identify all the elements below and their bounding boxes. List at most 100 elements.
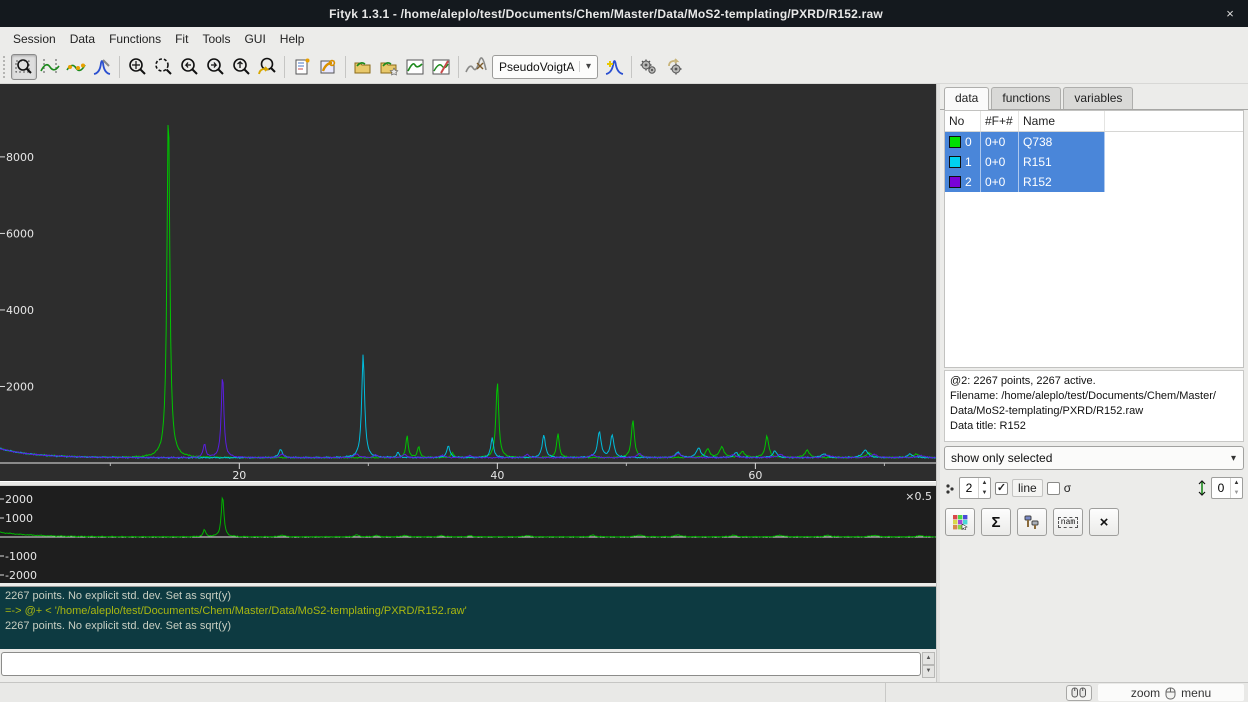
point-size-value: 2 bbox=[960, 478, 978, 498]
auto-add-peak-icon bbox=[604, 57, 624, 77]
data-range-mode-button[interactable] bbox=[37, 54, 63, 80]
zoom-right-icon bbox=[205, 57, 225, 77]
dataset-info-line: Data title: R152 bbox=[950, 419, 1238, 434]
zoom-all-icon bbox=[127, 57, 147, 77]
table-row[interactable]: 20+0R152 bbox=[945, 172, 1243, 192]
append-data-button[interactable] bbox=[376, 54, 402, 80]
svg-text:1000: 1000 bbox=[5, 512, 33, 525]
tab-variables[interactable]: variables bbox=[1063, 87, 1133, 109]
dataset-info-line: @2: 2267 points, 2267 active. bbox=[950, 374, 1238, 389]
dataset-info-line: Data/MoS2-templating/PXRD/R152.raw bbox=[950, 404, 1238, 419]
close-icon[interactable]: × bbox=[1212, 6, 1248, 21]
window-title: Fityk 1.3.1 - /home/aleplo/test/Document… bbox=[0, 7, 1212, 21]
filter-dropdown[interactable]: show only selected ▾ bbox=[944, 446, 1244, 470]
chevron-down-icon[interactable]: ▼ bbox=[979, 488, 990, 498]
sum-button[interactable]: Σ bbox=[981, 508, 1011, 536]
tab-functions[interactable]: functions bbox=[991, 87, 1061, 109]
chevron-up-icon[interactable]: ▲ bbox=[1231, 478, 1242, 488]
menu-item-tools[interactable]: Tools bbox=[195, 29, 237, 49]
column-header-name[interactable]: Name bbox=[1019, 111, 1105, 131]
zoom-vertical-button[interactable] bbox=[228, 54, 254, 80]
auto-add-peak-button[interactable] bbox=[601, 54, 627, 80]
status-bar: zoom menu bbox=[0, 682, 1248, 702]
toolbar-separator bbox=[119, 56, 120, 78]
menu-item-functions[interactable]: Functions bbox=[102, 29, 168, 49]
command-input[interactable] bbox=[1, 652, 921, 676]
transform-data-button[interactable] bbox=[1017, 508, 1047, 536]
sigma-checkbox[interactable] bbox=[1047, 482, 1060, 495]
chevron-down-icon: ▾ bbox=[579, 61, 597, 72]
toolbar-separator bbox=[345, 56, 346, 78]
zoom-prev-button[interactable] bbox=[150, 54, 176, 80]
fit-run-button[interactable] bbox=[636, 54, 662, 80]
function-type-select[interactable]: PseudoVoigtA ▾ bbox=[492, 55, 598, 79]
menu-item-help[interactable]: Help bbox=[273, 29, 312, 49]
mouse-hint-button[interactable] bbox=[1066, 685, 1092, 701]
baseline-mode-button[interactable] bbox=[63, 54, 89, 80]
fit-undo-button[interactable] bbox=[662, 54, 688, 80]
data-range-mode-icon bbox=[40, 57, 60, 77]
dataset-table[interactable]: No #F+# Name 00+0Q73810+0R15120+0R152 bbox=[944, 110, 1244, 368]
menu-item-data[interactable]: Data bbox=[63, 29, 102, 49]
input-history-spinner[interactable]: ▲▼ bbox=[922, 652, 935, 676]
table-row[interactable]: 00+0Q738 bbox=[945, 132, 1243, 152]
point-size-stepper[interactable]: 2 ▲▼ bbox=[959, 477, 991, 499]
chevron-down-icon: ▼ bbox=[922, 665, 935, 678]
zoom-all-button[interactable] bbox=[124, 54, 150, 80]
svg-text:6000: 6000 bbox=[6, 227, 34, 240]
sidebar-tabs: datafunctionsvariables bbox=[940, 84, 1248, 110]
open-data-icon bbox=[353, 57, 373, 77]
right-click-action-label: menu bbox=[1181, 686, 1211, 700]
session-log-button[interactable] bbox=[289, 54, 315, 80]
toolbar-separator bbox=[631, 56, 632, 78]
zoom-left-button[interactable] bbox=[176, 54, 202, 80]
chevron-up-icon: ▲ bbox=[922, 652, 935, 665]
menu-item-session[interactable]: Session bbox=[6, 29, 63, 49]
settings-button[interactable] bbox=[315, 54, 341, 80]
dataset-color-swatch[interactable] bbox=[949, 156, 961, 168]
table-row[interactable]: 10+0R151 bbox=[945, 152, 1243, 172]
left-click-action-label: zoom bbox=[1131, 686, 1160, 700]
svg-text:4000: 4000 bbox=[6, 304, 34, 317]
zoom-right-button[interactable] bbox=[202, 54, 228, 80]
menu-item-fit[interactable]: Fit bbox=[168, 29, 195, 49]
mouse-action-hint: zoom menu bbox=[1098, 684, 1244, 701]
aux-plot[interactable]: 20001000-1000-2000×0.5 bbox=[0, 486, 936, 583]
zoom-undo-button[interactable] bbox=[254, 54, 280, 80]
filter-dropdown-value: show only selected bbox=[945, 451, 1231, 465]
title-button[interactable]: nam bbox=[1053, 508, 1083, 536]
title-bar: Fityk 1.3.1 - /home/aleplo/test/Document… bbox=[0, 0, 1248, 27]
tab-data[interactable]: data bbox=[944, 87, 989, 110]
svg-text:-1000: -1000 bbox=[5, 550, 37, 563]
console-output[interactable]: 2267 points. No explicit std. dev. Set a… bbox=[0, 586, 936, 649]
color-map-button[interactable] bbox=[945, 508, 975, 536]
add-peak-mode-button[interactable] bbox=[89, 54, 115, 80]
chevron-up-icon[interactable]: ▲ bbox=[979, 478, 990, 488]
append-data-icon bbox=[379, 57, 399, 77]
line-checkbox[interactable]: ✓ bbox=[995, 482, 1008, 495]
console-line: =-> @+ < '/home/aleplo/test/Documents/Ch… bbox=[5, 604, 931, 619]
column-header-f[interactable]: #F+# bbox=[981, 111, 1019, 131]
dataset-color-swatch[interactable] bbox=[949, 136, 961, 148]
strip-background-button[interactable] bbox=[463, 54, 489, 80]
line-checkbox-label: line bbox=[1012, 479, 1043, 497]
session-log-icon bbox=[292, 57, 312, 77]
shift-stepper[interactable]: 0 ▲▼ bbox=[1211, 477, 1243, 499]
zoom-vertical-icon bbox=[231, 57, 251, 77]
data-editor-button[interactable] bbox=[428, 54, 454, 80]
delete-button[interactable]: × bbox=[1089, 508, 1119, 536]
table-header: No #F+# Name bbox=[945, 111, 1243, 132]
zoom-mode-button[interactable] bbox=[11, 54, 37, 80]
toolbar-grip[interactable] bbox=[3, 56, 8, 78]
column-header-no[interactable]: No bbox=[945, 111, 981, 131]
menu-item-gui[interactable]: GUI bbox=[237, 29, 272, 49]
console-line: 2267 points. No explicit std. dev. Set a… bbox=[5, 619, 931, 634]
point-size-icon bbox=[945, 482, 955, 494]
main-plot[interactable]: 2000400060008000204060 bbox=[0, 84, 936, 481]
zoom-left-icon bbox=[179, 57, 199, 77]
mouse-icon bbox=[1165, 686, 1176, 700]
dataset-color-swatch[interactable] bbox=[949, 176, 961, 188]
open-data-button[interactable] bbox=[350, 54, 376, 80]
chevron-down-icon[interactable]: ▼ bbox=[1231, 488, 1242, 498]
export-image-button[interactable] bbox=[402, 54, 428, 80]
